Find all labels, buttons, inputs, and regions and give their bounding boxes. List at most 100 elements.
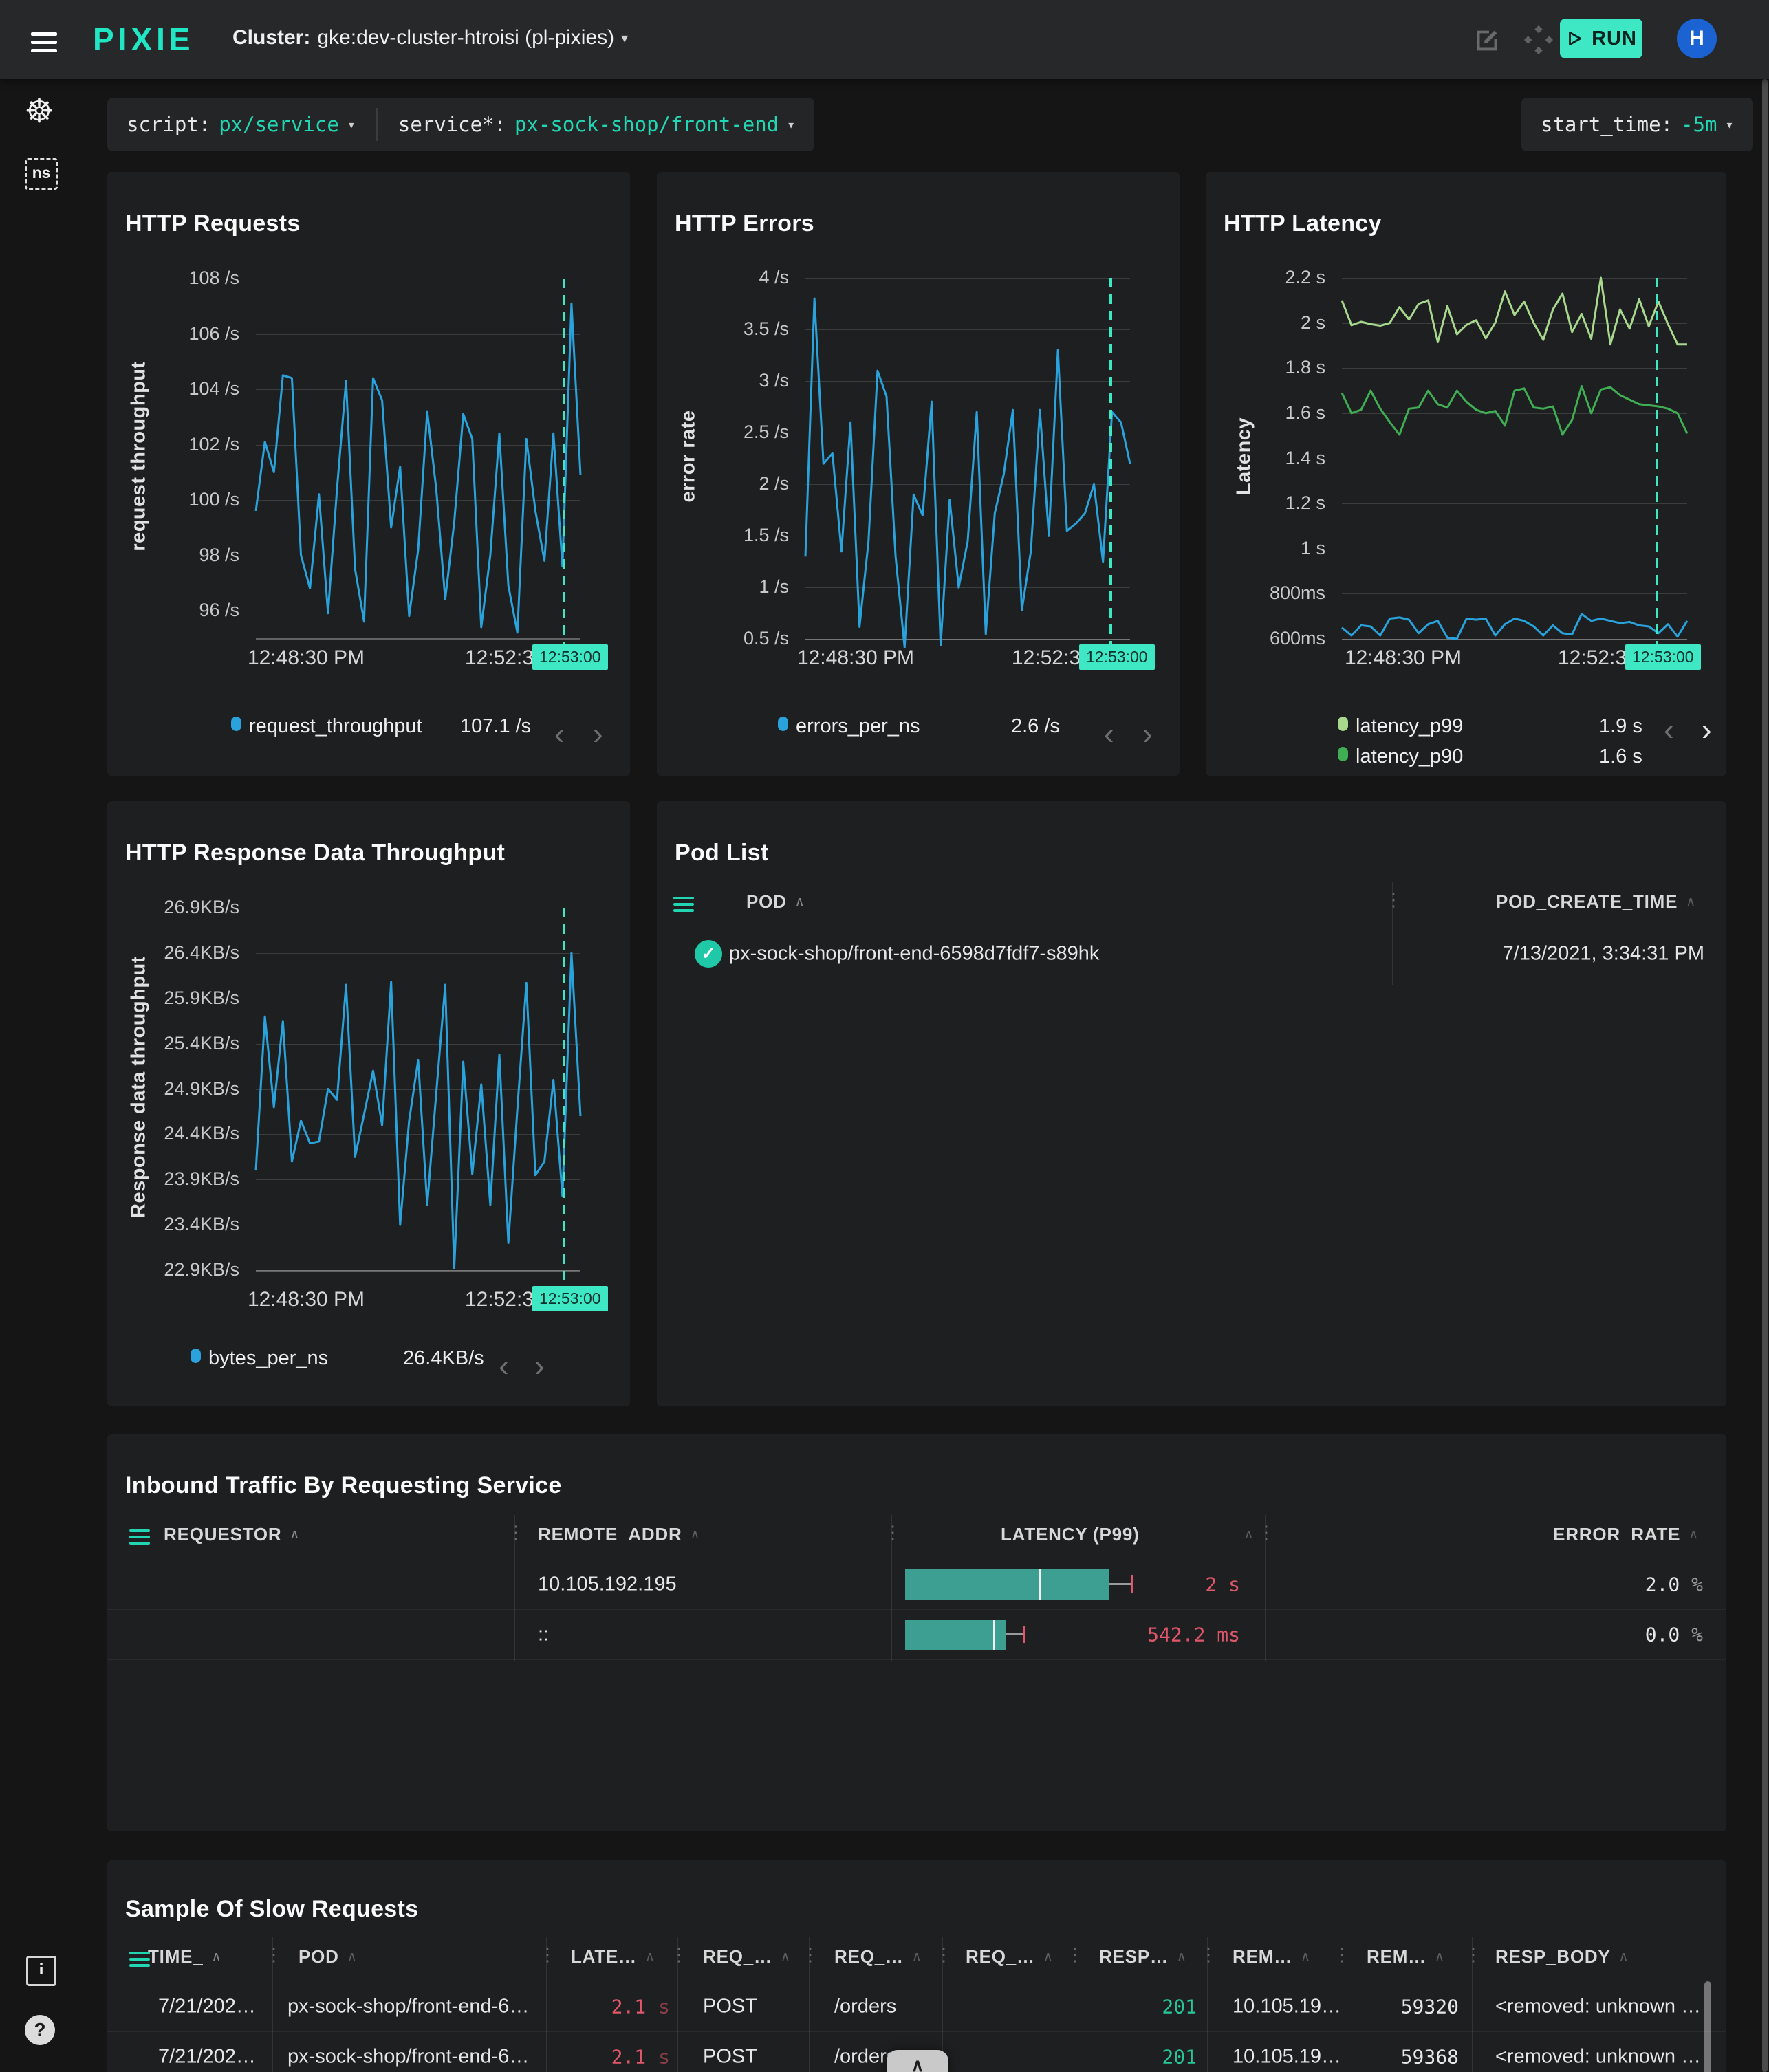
- column-resize-handle[interactable]: ⋮: [1066, 1945, 1084, 1963]
- sort-caret-icon[interactable]: ∧: [212, 1949, 222, 1965]
- legend-prev-icon[interactable]: ‹: [499, 1351, 509, 1382]
- legend-next-icon[interactable]: ›: [1142, 719, 1153, 750]
- column-resize-handle[interactable]: ⋮: [265, 1945, 283, 1963]
- y-tick-label: 102 /s: [107, 434, 239, 455]
- sort-caret-icon[interactable]: ∧: [1301, 1949, 1311, 1965]
- sort-caret-icon[interactable]: ∧: [1177, 1949, 1187, 1965]
- legend-dot: [231, 717, 241, 731]
- legend-name[interactable]: errors_per_ns: [796, 715, 920, 738]
- column-header-remote-addr[interactable]: REMOTE_ADDR∧: [538, 1515, 700, 1553]
- column-header-9[interactable]: RESP_BODY∧: [1495, 1937, 1629, 1976]
- script-selector[interactable]: px/service: [219, 113, 339, 136]
- remote-port-cell: 59368: [1401, 2045, 1459, 2068]
- column-header-4[interactable]: REQ_…∧: [834, 1937, 922, 1976]
- column-resize-handle[interactable]: ⋮: [670, 1945, 688, 1963]
- latency-whisker-end: [1023, 1626, 1025, 1643]
- column-header-6[interactable]: RESP…∧: [1099, 1937, 1187, 1976]
- column-header-pod[interactable]: POD∧: [746, 882, 805, 921]
- start-time-bar[interactable]: start_time: -5m ▾: [1521, 98, 1753, 151]
- sort-caret-icon[interactable]: ∧: [347, 1949, 358, 1965]
- requests-lines: [256, 279, 580, 638]
- sort-caret-icon[interactable]: ∧: [1689, 1527, 1699, 1542]
- sort-caret-icon[interactable]: ∧: [691, 1527, 701, 1542]
- sort-caret-icon[interactable]: ∧: [1686, 894, 1696, 910]
- column-resize-handle[interactable]: ⋮: [539, 1945, 556, 1963]
- chevron-down-icon: ▾: [1725, 116, 1733, 133]
- legend-dot: [1338, 747, 1348, 761]
- pod-table-menu-icon[interactable]: [673, 893, 694, 915]
- scroll-to-top-button[interactable]: ∧: [887, 2050, 948, 2072]
- slow-table-menu-icon[interactable]: [129, 1948, 150, 1970]
- legend-prev-icon[interactable]: ‹: [1104, 719, 1114, 750]
- column-resize-handle[interactable]: ⋮: [507, 1523, 525, 1541]
- table-row[interactable]: ✓px-sock-shop/front-end-6598d7fdf7-s89hk…: [657, 929, 1726, 979]
- column-header-error-rate[interactable]: ERROR_RATE∧: [1553, 1515, 1699, 1553]
- column-header-3[interactable]: REQ_…∧: [703, 1937, 791, 1976]
- kubernetes-cluster-icon[interactable]: ☸: [22, 92, 56, 131]
- panel-http-errors: HTTP Errors error rate4 /s3.5 /s3 /s2.5 …: [657, 172, 1180, 776]
- column-resize-handle[interactable]: ⋮: [801, 1945, 819, 1963]
- y-tick-label: 2 s: [1206, 312, 1325, 334]
- table-row[interactable]: ::542.2 ms0.0 %: [107, 1609, 1726, 1660]
- legend-name[interactable]: request_throughput: [249, 715, 422, 738]
- legend-next-icon[interactable]: ›: [593, 719, 603, 750]
- sort-caret-icon[interactable]: ∧: [290, 1527, 300, 1542]
- info-icon[interactable]: i: [26, 1956, 56, 1986]
- column-label: TIME_: [148, 1946, 204, 1967]
- legend-name[interactable]: latency_p90: [1356, 745, 1463, 768]
- column-resize-handle[interactable]: ⋮: [1333, 1945, 1351, 1963]
- current-time-badge: 12:53:00: [1079, 644, 1155, 670]
- namespace-icon[interactable]: ns: [25, 158, 58, 190]
- service-selector[interactable]: px-sock-shop/front-end: [514, 113, 779, 136]
- column-resize-handle[interactable]: ⋮: [935, 1945, 953, 1963]
- column-header-8[interactable]: REM…∧: [1367, 1937, 1445, 1976]
- current-time-line: [1109, 278, 1112, 669]
- sort-caret-icon[interactable]: ∧: [1244, 1527, 1255, 1542]
- sort-caret-icon[interactable]: ∧: [1619, 1949, 1629, 1965]
- column-header-latency-p99[interactable]: LATENCY (P99)∧: [1001, 1515, 1254, 1553]
- column-label: POD: [299, 1946, 339, 1967]
- column-resize-handle[interactable]: ⋮: [1200, 1945, 1217, 1963]
- run-button[interactable]: RUN: [1560, 19, 1642, 58]
- column-resize-handle[interactable]: ⋮: [1257, 1523, 1275, 1541]
- sort-caret-icon[interactable]: ∧: [912, 1949, 922, 1965]
- sort-caret-icon[interactable]: ∧: [795, 894, 805, 910]
- legend-prev-icon[interactable]: ‹: [1664, 715, 1674, 745]
- legend-prev-icon[interactable]: ‹: [554, 719, 565, 750]
- help-icon[interactable]: ?: [25, 2015, 55, 2045]
- column-resize-handle[interactable]: ⋮: [884, 1523, 902, 1541]
- table-row[interactable]: 7/21/202…px-sock-shop/front-end-6…2.1sPO…: [107, 1981, 1726, 2032]
- sort-caret-icon[interactable]: ∧: [1043, 1949, 1054, 1965]
- column-header-2[interactable]: LATE…∧: [571, 1937, 655, 1976]
- inbound-table-menu-icon[interactable]: [129, 1526, 150, 1548]
- column-header-5[interactable]: REQ_… ∧: [966, 1937, 1054, 1976]
- legend-name[interactable]: latency_p99: [1356, 715, 1463, 738]
- column-header-7[interactable]: REM…∧: [1233, 1937, 1311, 1976]
- legend-next-icon[interactable]: ›: [1702, 715, 1712, 745]
- avatar[interactable]: H: [1677, 19, 1717, 58]
- edit-script-icon[interactable]: [1472, 24, 1504, 56]
- column-header-0[interactable]: TIME_ ∧: [148, 1937, 221, 1976]
- column-resize-handle[interactable]: ⋮: [1464, 1945, 1482, 1963]
- y-tick-label: 24.9KB/s: [107, 1078, 239, 1100]
- column-header-1[interactable]: POD ∧: [299, 1937, 357, 1976]
- table-row[interactable]: 10.105.192.1952 s2.0 %: [107, 1559, 1726, 1610]
- y-tick-label: 4 /s: [657, 267, 789, 288]
- hamburger-menu-icon[interactable]: [31, 28, 57, 57]
- cluster-selector[interactable]: Cluster: gke:dev-cluster-htroisi (pl-pix…: [232, 26, 628, 50]
- move-widgets-icon[interactable]: [1523, 24, 1554, 56]
- sort-caret-icon[interactable]: ∧: [781, 1949, 791, 1965]
- column-label: REQ_…: [966, 1946, 1035, 1967]
- y-tick-label: 26.9KB/s: [107, 897, 239, 918]
- pixie-logo[interactable]: PIXIE: [93, 21, 195, 58]
- sort-caret-icon[interactable]: ∧: [645, 1949, 655, 1965]
- window-scrollbar[interactable]: [1762, 79, 1768, 2072]
- chevron-down-icon: ▾: [347, 116, 356, 133]
- sort-caret-icon[interactable]: ∧: [1435, 1949, 1445, 1965]
- legend-name[interactable]: bytes_per_ns: [208, 1347, 328, 1370]
- column-header-requestor[interactable]: REQUESTOR∧: [164, 1515, 300, 1553]
- legend-next-icon[interactable]: ›: [534, 1351, 545, 1382]
- column-resize-handle[interactable]: ⋮: [1385, 891, 1402, 908]
- remote-port-cell: 59320: [1401, 1995, 1459, 2018]
- column-header-pod-create-time[interactable]: POD_CREATE_TIME∧: [1496, 882, 1696, 921]
